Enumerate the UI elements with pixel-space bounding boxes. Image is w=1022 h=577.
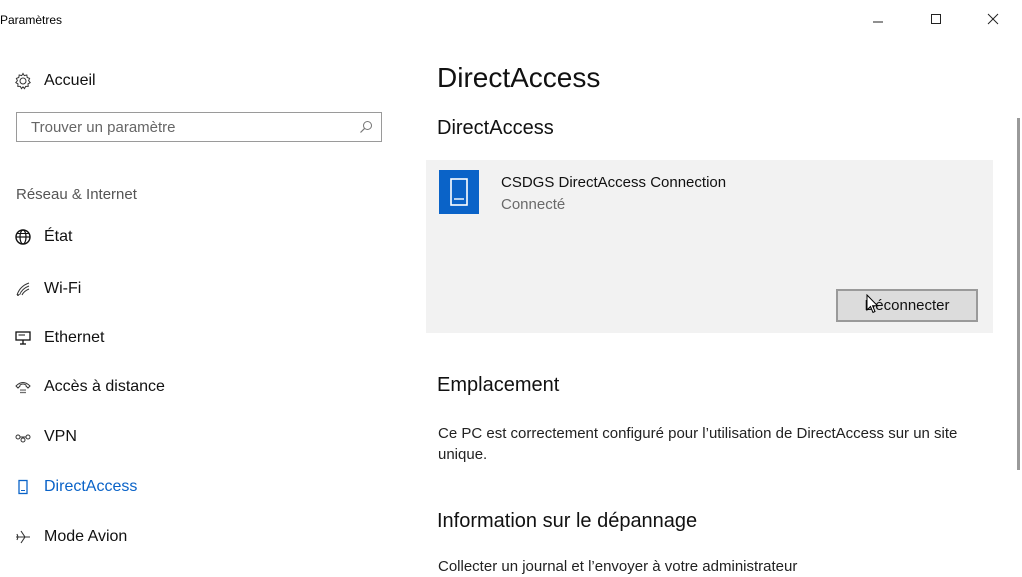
connection-icon [439, 170, 479, 214]
connection-name: CSDGS DirectAccess Connection [501, 174, 727, 191]
sidebar-item-label: VPN [44, 428, 77, 445]
sidebar-home[interactable]: Accueil [14, 67, 96, 95]
location-title: Emplacement [437, 374, 560, 396]
sidebar-item-acces-distance[interactable]: Accès à distance [14, 373, 165, 401]
connection-status: Connecté [501, 196, 566, 213]
sidebar-item-label: DirectAccess [44, 478, 138, 495]
maximize-icon [931, 14, 941, 24]
sidebar-item-label: Wi-Fi [44, 280, 82, 297]
sidebar-item-label: Ethernet [44, 329, 105, 346]
sidebar-item-ethernet[interactable]: Ethernet [14, 324, 104, 352]
dialup-icon [14, 378, 44, 396]
ethernet-icon [14, 329, 44, 347]
wifi-icon [14, 280, 44, 298]
troubleshooting-text: Collecter un journal et l’envoyer à votr… [438, 558, 798, 575]
search-box[interactable] [16, 112, 382, 142]
search-icon [351, 120, 381, 134]
sidebar-item-label: Mode Avion [44, 528, 128, 545]
minimize-button[interactable] [856, 6, 900, 32]
page-title: DirectAccess [437, 62, 601, 93]
mouse-cursor-icon [866, 293, 880, 319]
close-button[interactable] [971, 6, 1015, 32]
disconnect-button[interactable]: Déconnecter [836, 289, 978, 322]
location-text: Ce PC est correctement configuré pour l’… [438, 425, 958, 463]
window-title: Paramètres [0, 13, 63, 27]
minimize-icon [873, 21, 883, 23]
sidebar-item-label: Accès à distance [44, 378, 165, 395]
directaccess-icon [14, 478, 44, 496]
maximize-button[interactable] [914, 6, 958, 32]
scrollbar[interactable] [1017, 118, 1020, 470]
sidebar-item-etat[interactable]: État [14, 223, 72, 251]
globe-icon [14, 228, 44, 246]
sidebar-item-mode-avion[interactable]: Mode Avion [14, 523, 127, 551]
sidebar-section-label: Réseau & Internet [16, 186, 137, 203]
sidebar-item-directaccess[interactable]: DirectAccess [14, 473, 137, 501]
airplane-icon [14, 528, 44, 546]
troubleshooting-title: Information sur le dépannage [437, 510, 698, 532]
sidebar-home-label: Accueil [44, 72, 96, 89]
sidebar-item-vpn[interactable]: VPN [14, 423, 77, 451]
close-icon [987, 13, 999, 25]
search-input[interactable] [17, 118, 351, 136]
sidebar-item-wifi[interactable]: Wi-Fi [14, 275, 81, 303]
section-title: DirectAccess [437, 117, 554, 139]
sidebar-item-label: État [44, 228, 73, 245]
gear-icon [14, 72, 44, 90]
vpn-icon [14, 428, 44, 446]
